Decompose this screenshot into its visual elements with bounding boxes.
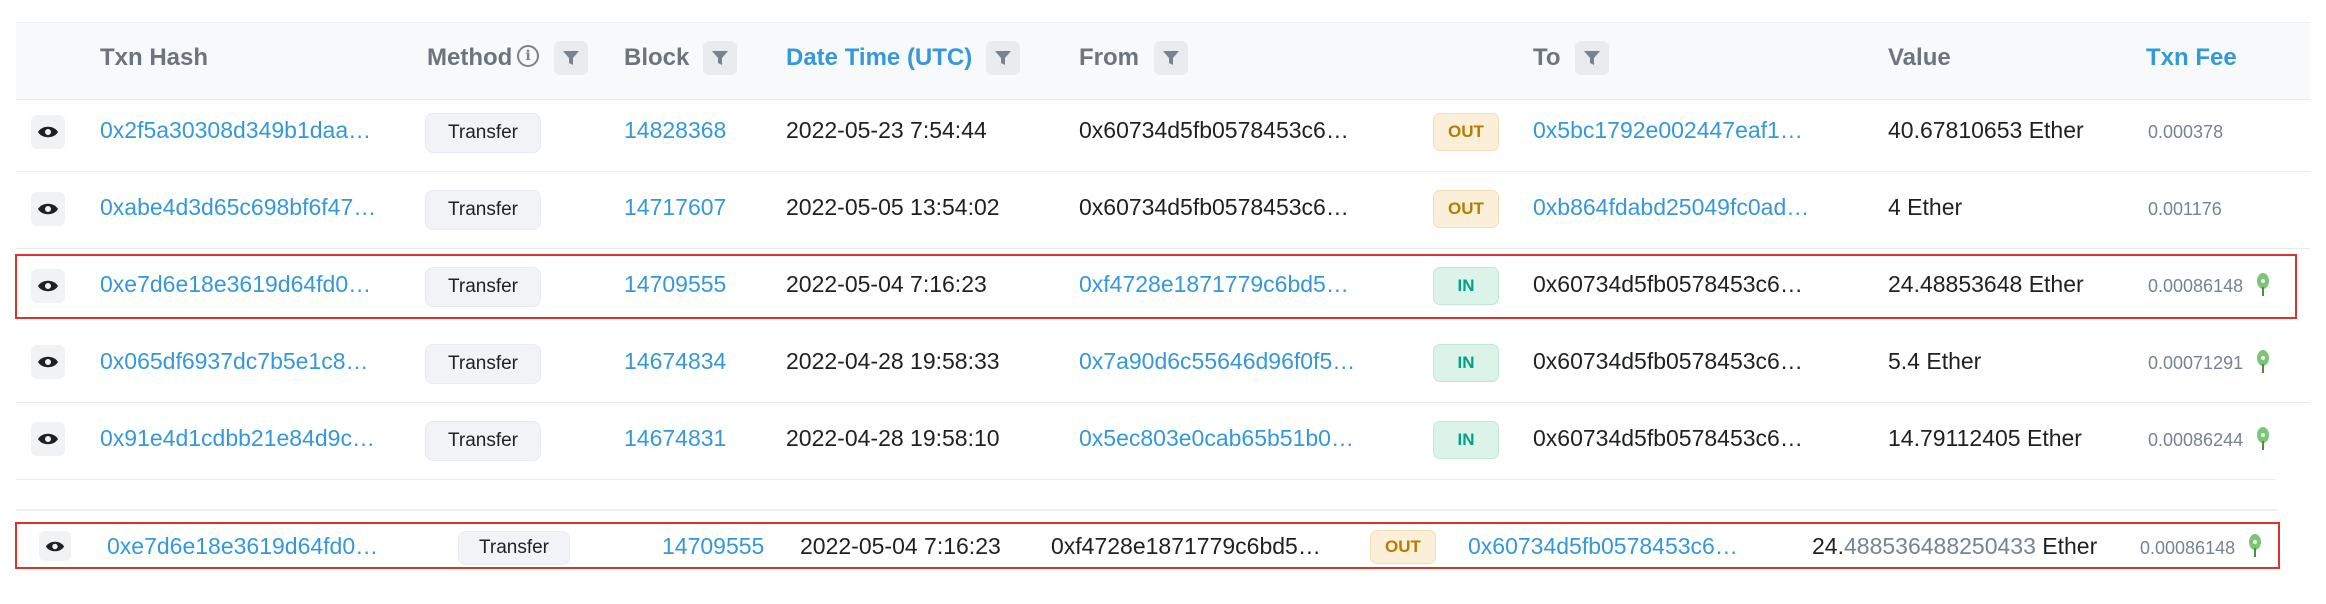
row-divider xyxy=(16,402,2310,403)
txn-fee: 0.00071291 xyxy=(2148,353,2244,373)
txn-hash-link[interactable]: 0xe7d6e18e3619d64fd0… xyxy=(107,531,378,561)
method-badge: Transfer xyxy=(425,421,541,461)
separator xyxy=(16,509,2278,511)
txn-fee: 0.00086244 xyxy=(2148,430,2244,450)
to-address: 0x60734d5fb0578453c6… xyxy=(1533,425,1803,451)
to-address-link[interactable]: 0x5bc1792e002447eaf1… xyxy=(1533,115,1803,145)
col-txn-hash: Txn Hash xyxy=(100,44,209,71)
eye-icon[interactable] xyxy=(39,531,71,561)
block-link[interactable]: 14717607 xyxy=(624,192,726,222)
from-address-link[interactable]: 0xf4728e1871779c6bd5… xyxy=(1079,269,1349,299)
direction-out-badge: OUT xyxy=(1433,113,1499,151)
txn-fee: 0.00086148 xyxy=(2148,276,2244,296)
gas-pump-icon xyxy=(2248,533,2262,559)
txn-hash-link[interactable]: 0x91e4d1cdbb21e84d9c… xyxy=(100,423,375,453)
direction-out-badge: OUT xyxy=(1370,530,1436,564)
col-date-time[interactable]: Date Time (UTC) xyxy=(786,43,972,73)
txn-hash-link[interactable]: 0x2f5a30308d349b1daa… xyxy=(100,115,371,145)
info-icon[interactable]: i xyxy=(517,45,539,67)
filter-icon[interactable] xyxy=(703,41,737,75)
block-link[interactable]: 14674834 xyxy=(624,346,726,376)
txn-fee: 0.001176 xyxy=(2148,199,2222,219)
to-address: 0x60734d5fb0578453c6… xyxy=(1533,348,1803,374)
value: 24.48853648 Ether xyxy=(1888,271,2084,297)
date-time: 2022-05-23 7:54:44 xyxy=(786,117,987,143)
txn-hash-link[interactable]: 0x065df6937dc7b5e1c8… xyxy=(100,346,369,376)
value: 24.488536488250433 Ether xyxy=(1812,531,2097,561)
value-fraction: 488536488250433 xyxy=(1843,533,2036,559)
from-address: 0xf4728e1871779c6bd5… xyxy=(1051,533,1321,559)
from-address: 0x60734d5fb0578453c6… xyxy=(1079,194,1349,220)
gas-pump-icon xyxy=(2256,426,2270,452)
filter-icon[interactable] xyxy=(1575,41,1609,75)
date-time: 2022-04-28 19:58:10 xyxy=(786,425,1000,451)
eye-icon[interactable] xyxy=(31,115,65,149)
direction-in-badge: IN xyxy=(1433,421,1499,459)
col-from: From xyxy=(1079,44,1139,71)
method-badge: Transfer xyxy=(458,531,570,565)
block-link[interactable]: 14709555 xyxy=(624,269,726,299)
value: 40.67810653 Ether xyxy=(1888,117,2084,143)
eye-icon[interactable] xyxy=(31,422,65,456)
value: 4 Ether xyxy=(1888,194,1963,220)
txn-hash-link[interactable]: 0xabe4d3d65c698bf6f47… xyxy=(100,192,376,222)
method-badge: Transfer xyxy=(425,113,541,153)
row-divider xyxy=(16,248,2310,249)
eye-icon[interactable] xyxy=(31,192,65,226)
method-badge: Transfer xyxy=(425,344,541,384)
value-unit: Ether xyxy=(2035,533,2098,559)
from-address-link[interactable]: 0x5ec803e0cab65b51b0… xyxy=(1079,423,1354,453)
eye-icon[interactable] xyxy=(31,269,65,303)
direction-out-badge: OUT xyxy=(1433,190,1499,228)
filter-icon[interactable] xyxy=(1154,41,1188,75)
value-integer: 24. xyxy=(1812,533,1844,559)
date-time: 2022-05-05 13:54:02 xyxy=(786,194,1000,220)
block-link[interactable]: 14709555 xyxy=(662,531,764,561)
block-link[interactable]: 14674831 xyxy=(624,423,726,453)
col-block: Block xyxy=(624,44,690,71)
date-time: 2022-04-28 19:58:33 xyxy=(786,348,1000,374)
filter-icon[interactable] xyxy=(986,41,1020,75)
value: 5.4 Ether xyxy=(1888,348,1982,374)
gas-pump-icon xyxy=(2256,272,2270,298)
eye-icon[interactable] xyxy=(31,345,65,379)
date-time: 2022-05-04 7:16:23 xyxy=(786,271,987,297)
to-address: 0x60734d5fb0578453c6… xyxy=(1533,271,1803,297)
method-badge: Transfer xyxy=(425,190,541,230)
direction-in-badge: IN xyxy=(1433,267,1499,305)
col-txn-fee[interactable]: Txn Fee xyxy=(2146,43,2237,73)
txn-hash-link[interactable]: 0xe7d6e18e3619d64fd0… xyxy=(100,269,371,299)
txn-fee: 0.000378 xyxy=(2148,122,2224,142)
direction-in-badge: IN xyxy=(1433,344,1499,382)
from-address: 0x60734d5fb0578453c6… xyxy=(1079,117,1349,143)
gas-pump-icon xyxy=(2256,349,2270,375)
row-divider xyxy=(16,171,2310,172)
col-value: Value xyxy=(1888,44,1951,71)
date-time: 2022-05-04 7:16:23 xyxy=(800,533,1001,559)
col-method: Method xyxy=(427,44,513,71)
row-divider xyxy=(16,479,2276,480)
method-badge: Transfer xyxy=(425,267,541,307)
to-address-link[interactable]: 0xb864fdabd25049fc0ad… xyxy=(1533,192,1809,222)
filter-icon[interactable] xyxy=(554,41,588,75)
block-link[interactable]: 14828368 xyxy=(624,115,726,145)
to-address-link[interactable]: 0x60734d5fb0578453c6… xyxy=(1468,531,1738,561)
txn-fee: 0.00086148 xyxy=(2140,538,2236,558)
col-to: To xyxy=(1533,44,1561,71)
from-address-link[interactable]: 0x7a90d6c55646d96f0f5… xyxy=(1079,346,1355,376)
value: 14.79112405 Ether xyxy=(1888,425,2082,451)
